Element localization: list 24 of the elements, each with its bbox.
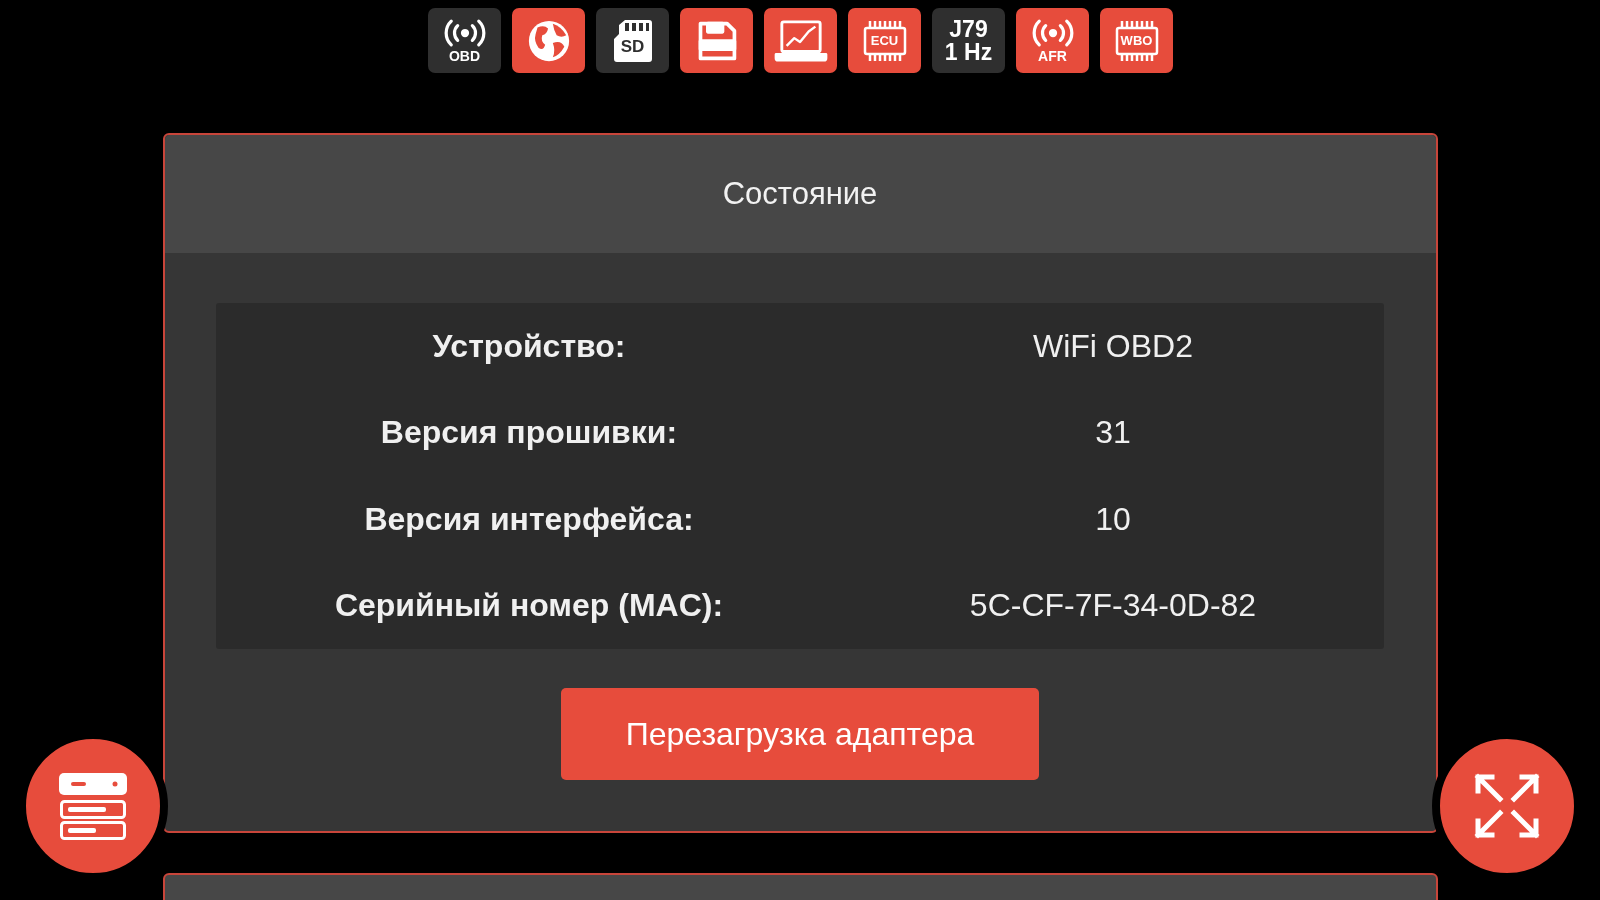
info-label: Серийный номер (MAC): xyxy=(334,587,724,625)
signal-icon xyxy=(442,18,487,48)
toolbar-button[interactable]: SD xyxy=(596,8,669,73)
toolbar-button[interactable] xyxy=(764,8,837,73)
toolbar-button[interactable] xyxy=(512,8,585,73)
server-icon xyxy=(57,771,129,841)
info-label: Устройство: xyxy=(432,327,626,365)
toolbar-button[interactable]: J79 1 Hz xyxy=(932,8,1005,73)
info-value: 10 xyxy=(1095,500,1131,538)
info-value: 31 xyxy=(1095,414,1131,452)
info-value: WiFi OBD2 xyxy=(1033,327,1193,365)
info-value: 5C-CF-7F-34-0D-82 xyxy=(969,587,1257,625)
toolbar-button[interactable]: WBO xyxy=(1100,8,1173,73)
panel-title: Состояние xyxy=(722,176,878,212)
info-label: Версия интерфейса: xyxy=(364,500,694,538)
restart-adapter-button[interactable]: Перезагрузка адаптера xyxy=(561,688,1039,780)
signal-icon xyxy=(1030,18,1075,48)
toolbar-button[interactable]: OBD xyxy=(428,8,501,73)
info-label: Версия прошивки: xyxy=(380,414,678,452)
toolbar-button[interactable]: ECU xyxy=(848,8,921,73)
toolbar-button[interactable]: AFR xyxy=(1016,8,1089,73)
laptop-chart-icon xyxy=(773,17,828,64)
toolbar-button[interactable] xyxy=(680,8,753,73)
expand-icon xyxy=(1472,771,1542,841)
